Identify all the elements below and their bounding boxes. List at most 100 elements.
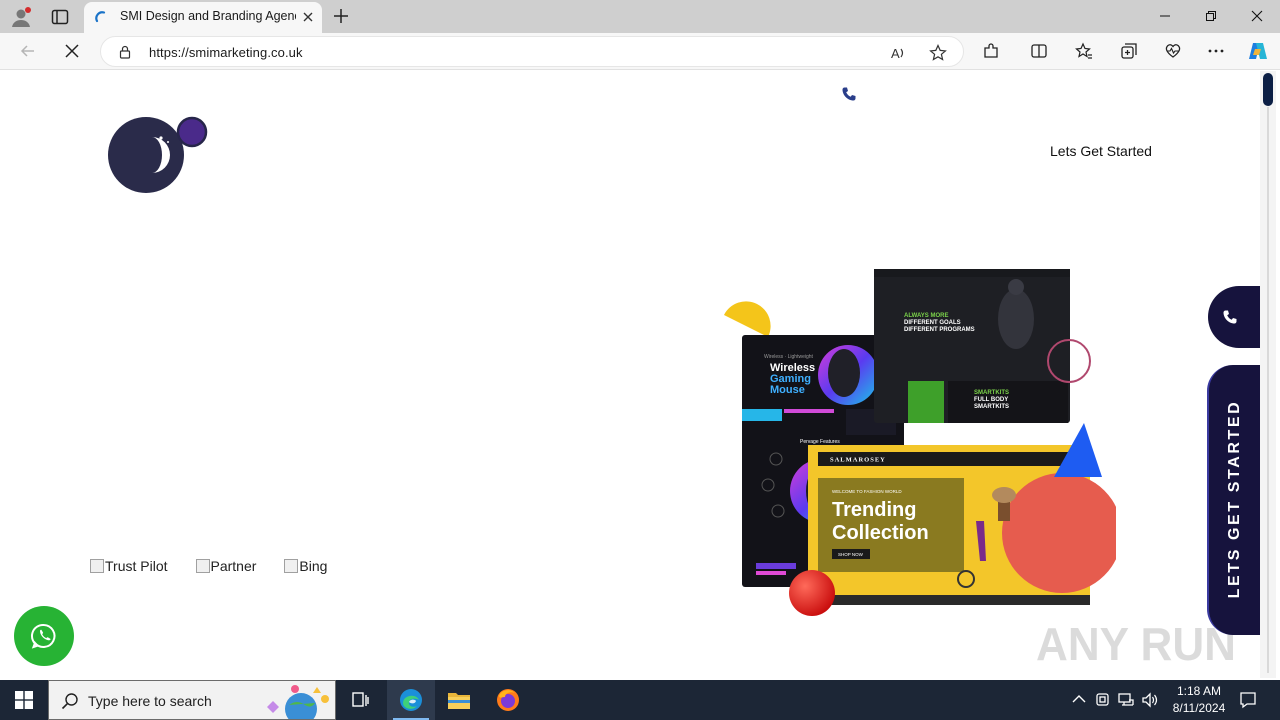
puzzle-icon bbox=[984, 43, 998, 58]
broken-image-icon bbox=[90, 559, 104, 573]
broken-image-icon bbox=[195, 559, 210, 573]
bing-image[interactable]: Bing bbox=[284, 556, 327, 576]
svg-text:FULL BODY: FULL BODY bbox=[974, 397, 1008, 403]
minimize-icon bbox=[1160, 15, 1170, 17]
firefox-taskbar-button[interactable] bbox=[484, 680, 532, 720]
phone-icon bbox=[1223, 310, 1237, 324]
browser-essentials-button[interactable] bbox=[1163, 41, 1183, 61]
restore-button[interactable] bbox=[1188, 0, 1234, 32]
edge-taskbar-button[interactable] bbox=[387, 680, 435, 720]
partner-image[interactable]: Partner bbox=[195, 556, 256, 576]
svg-text:SHOP NOW: SHOP NOW bbox=[838, 552, 864, 557]
phone-icon[interactable] bbox=[841, 86, 857, 102]
notification-center-icon[interactable] bbox=[1238, 690, 1258, 710]
search-icon bbox=[61, 693, 78, 710]
collections-button[interactable] bbox=[1119, 41, 1139, 61]
system-clock[interactable]: 1:18 AM 8/11/2024 bbox=[1160, 683, 1238, 717]
show-hidden-icons-chevron-icon[interactable] bbox=[1070, 691, 1088, 709]
settings-more-button[interactable] bbox=[1206, 41, 1226, 61]
favorites-button[interactable] bbox=[1074, 41, 1094, 61]
loading-spinner-icon bbox=[95, 11, 106, 23]
browser-tab-bar: SMI Design and Branding Agency bbox=[0, 0, 1280, 33]
svg-text:Wireless · Lightweight: Wireless · Lightweight bbox=[764, 354, 814, 360]
edge-browser-icon bbox=[400, 689, 422, 711]
browser-toolbar: https://smimarketing.co.uk A bbox=[0, 33, 1280, 70]
page-viewport: Lets Get Started Wireless · Lightweight … bbox=[4, 71, 1260, 678]
copilot-icon bbox=[1249, 43, 1267, 59]
svg-text:ANY RUN: ANY RUN bbox=[1036, 618, 1236, 670]
stop-loading-button[interactable] bbox=[62, 41, 82, 61]
search-placeholder: Type here to search bbox=[88, 693, 212, 709]
split-screen-icon bbox=[1031, 44, 1047, 58]
workspaces-icon[interactable] bbox=[50, 7, 70, 27]
floating-lets-get-started-button[interactable]: LETS GET STARTED bbox=[1207, 365, 1260, 635]
whatsapp-button[interactable] bbox=[14, 606, 74, 666]
copilot-button[interactable] bbox=[1247, 40, 1269, 62]
active-tab[interactable]: SMI Design and Branding Agency bbox=[84, 2, 322, 33]
svg-text:Trending: Trending bbox=[832, 499, 916, 521]
svg-text:SMARTKITS: SMARTKITS bbox=[974, 404, 1009, 410]
clock-date: 8/11/2024 bbox=[1172, 701, 1226, 715]
windows-taskbar: Type here to search 1:18 AM 8/11/2024 bbox=[0, 680, 1280, 720]
svg-text:SALMAROSEY: SALMAROSEY bbox=[830, 457, 886, 464]
tab-title: SMI Design and Branding Agency bbox=[120, 9, 296, 23]
red-ball-shape bbox=[789, 570, 835, 616]
sync-icon[interactable] bbox=[1094, 691, 1112, 709]
close-window-button[interactable] bbox=[1234, 0, 1280, 32]
profile-icon[interactable] bbox=[10, 6, 32, 28]
start-button[interactable] bbox=[0, 680, 48, 720]
taskbar-search-box[interactable]: Type here to search bbox=[48, 680, 336, 720]
read-aloud-icon[interactable]: A bbox=[889, 44, 907, 62]
close-icon bbox=[1251, 10, 1263, 22]
favorites-icon bbox=[1075, 42, 1092, 59]
favorite-star-icon[interactable] bbox=[929, 44, 947, 62]
volume-icon[interactable] bbox=[1141, 691, 1159, 709]
scrollbar-track bbox=[1267, 107, 1269, 673]
svg-text:Mouse: Mouse bbox=[770, 384, 805, 396]
site-logo[interactable] bbox=[108, 115, 208, 195]
collections-icon bbox=[1121, 43, 1137, 59]
svg-text:Pervage Features: Pervage Features bbox=[800, 439, 840, 445]
page-scrollbar[interactable] bbox=[1260, 71, 1276, 678]
back-button[interactable] bbox=[18, 41, 38, 61]
windows-logo-icon bbox=[15, 691, 33, 709]
heart-pulse-icon bbox=[1165, 44, 1181, 58]
stop-icon bbox=[65, 44, 79, 58]
lock-icon[interactable] bbox=[118, 45, 132, 59]
svg-text:SMARTKITS: SMARTKITS bbox=[974, 390, 1009, 396]
task-view-icon bbox=[352, 692, 369, 707]
restore-icon bbox=[1206, 11, 1216, 21]
svg-text:ALWAYS MORE: ALWAYS MORE bbox=[904, 313, 948, 319]
side-cta-label: LETS GET STARTED bbox=[1226, 399, 1243, 599]
fitness-mockup: ALWAYS MORE DIFFERENT GOALS DIFFERENT PR… bbox=[874, 269, 1070, 423]
extensions-button[interactable] bbox=[981, 41, 1001, 61]
firefox-icon bbox=[497, 689, 519, 711]
task-view-button[interactable] bbox=[336, 680, 384, 720]
partner-logos: Trust Pilot Partner Bing bbox=[90, 556, 327, 576]
scrollbar-thumb[interactable] bbox=[1263, 73, 1273, 106]
more-dots-icon bbox=[1208, 49, 1224, 53]
svg-text:A: A bbox=[891, 46, 900, 61]
folder-icon bbox=[448, 693, 470, 709]
new-tab-icon[interactable] bbox=[332, 7, 350, 25]
svg-text:WELCOME TO FASHION WORLD: WELCOME TO FASHION WORLD bbox=[832, 489, 902, 494]
split-screen-button[interactable] bbox=[1029, 41, 1049, 61]
url-text[interactable]: https://smimarketing.co.uk bbox=[149, 45, 303, 60]
trustpilot-image[interactable]: Trust Pilot bbox=[90, 556, 168, 576]
address-bar[interactable]: https://smimarketing.co.uk A bbox=[100, 36, 964, 67]
svg-text:Collection: Collection bbox=[832, 522, 929, 544]
minimize-button[interactable] bbox=[1142, 0, 1188, 32]
hero-website-mockups-illustration: Wireless · Lightweight Wireless Gaming M… bbox=[724, 269, 1116, 616]
network-icon[interactable] bbox=[1117, 691, 1135, 709]
lets-get-started-link[interactable]: Lets Get Started bbox=[1050, 143, 1152, 159]
clock-time: 1:18 AM bbox=[1176, 684, 1222, 698]
back-arrow-icon bbox=[20, 45, 34, 57]
search-highlight-globe-icon bbox=[267, 685, 329, 719]
svg-text:DIFFERENT PROGRAMS: DIFFERENT PROGRAMS bbox=[904, 327, 975, 333]
broken-image-icon bbox=[284, 559, 299, 573]
whatsapp-icon bbox=[31, 623, 56, 649]
svg-text:DIFFERENT GOALS: DIFFERENT GOALS bbox=[904, 320, 961, 326]
close-tab-icon[interactable] bbox=[301, 10, 315, 24]
file-explorer-button[interactable] bbox=[435, 680, 483, 720]
yellow-semicircle-shape bbox=[724, 301, 771, 337]
